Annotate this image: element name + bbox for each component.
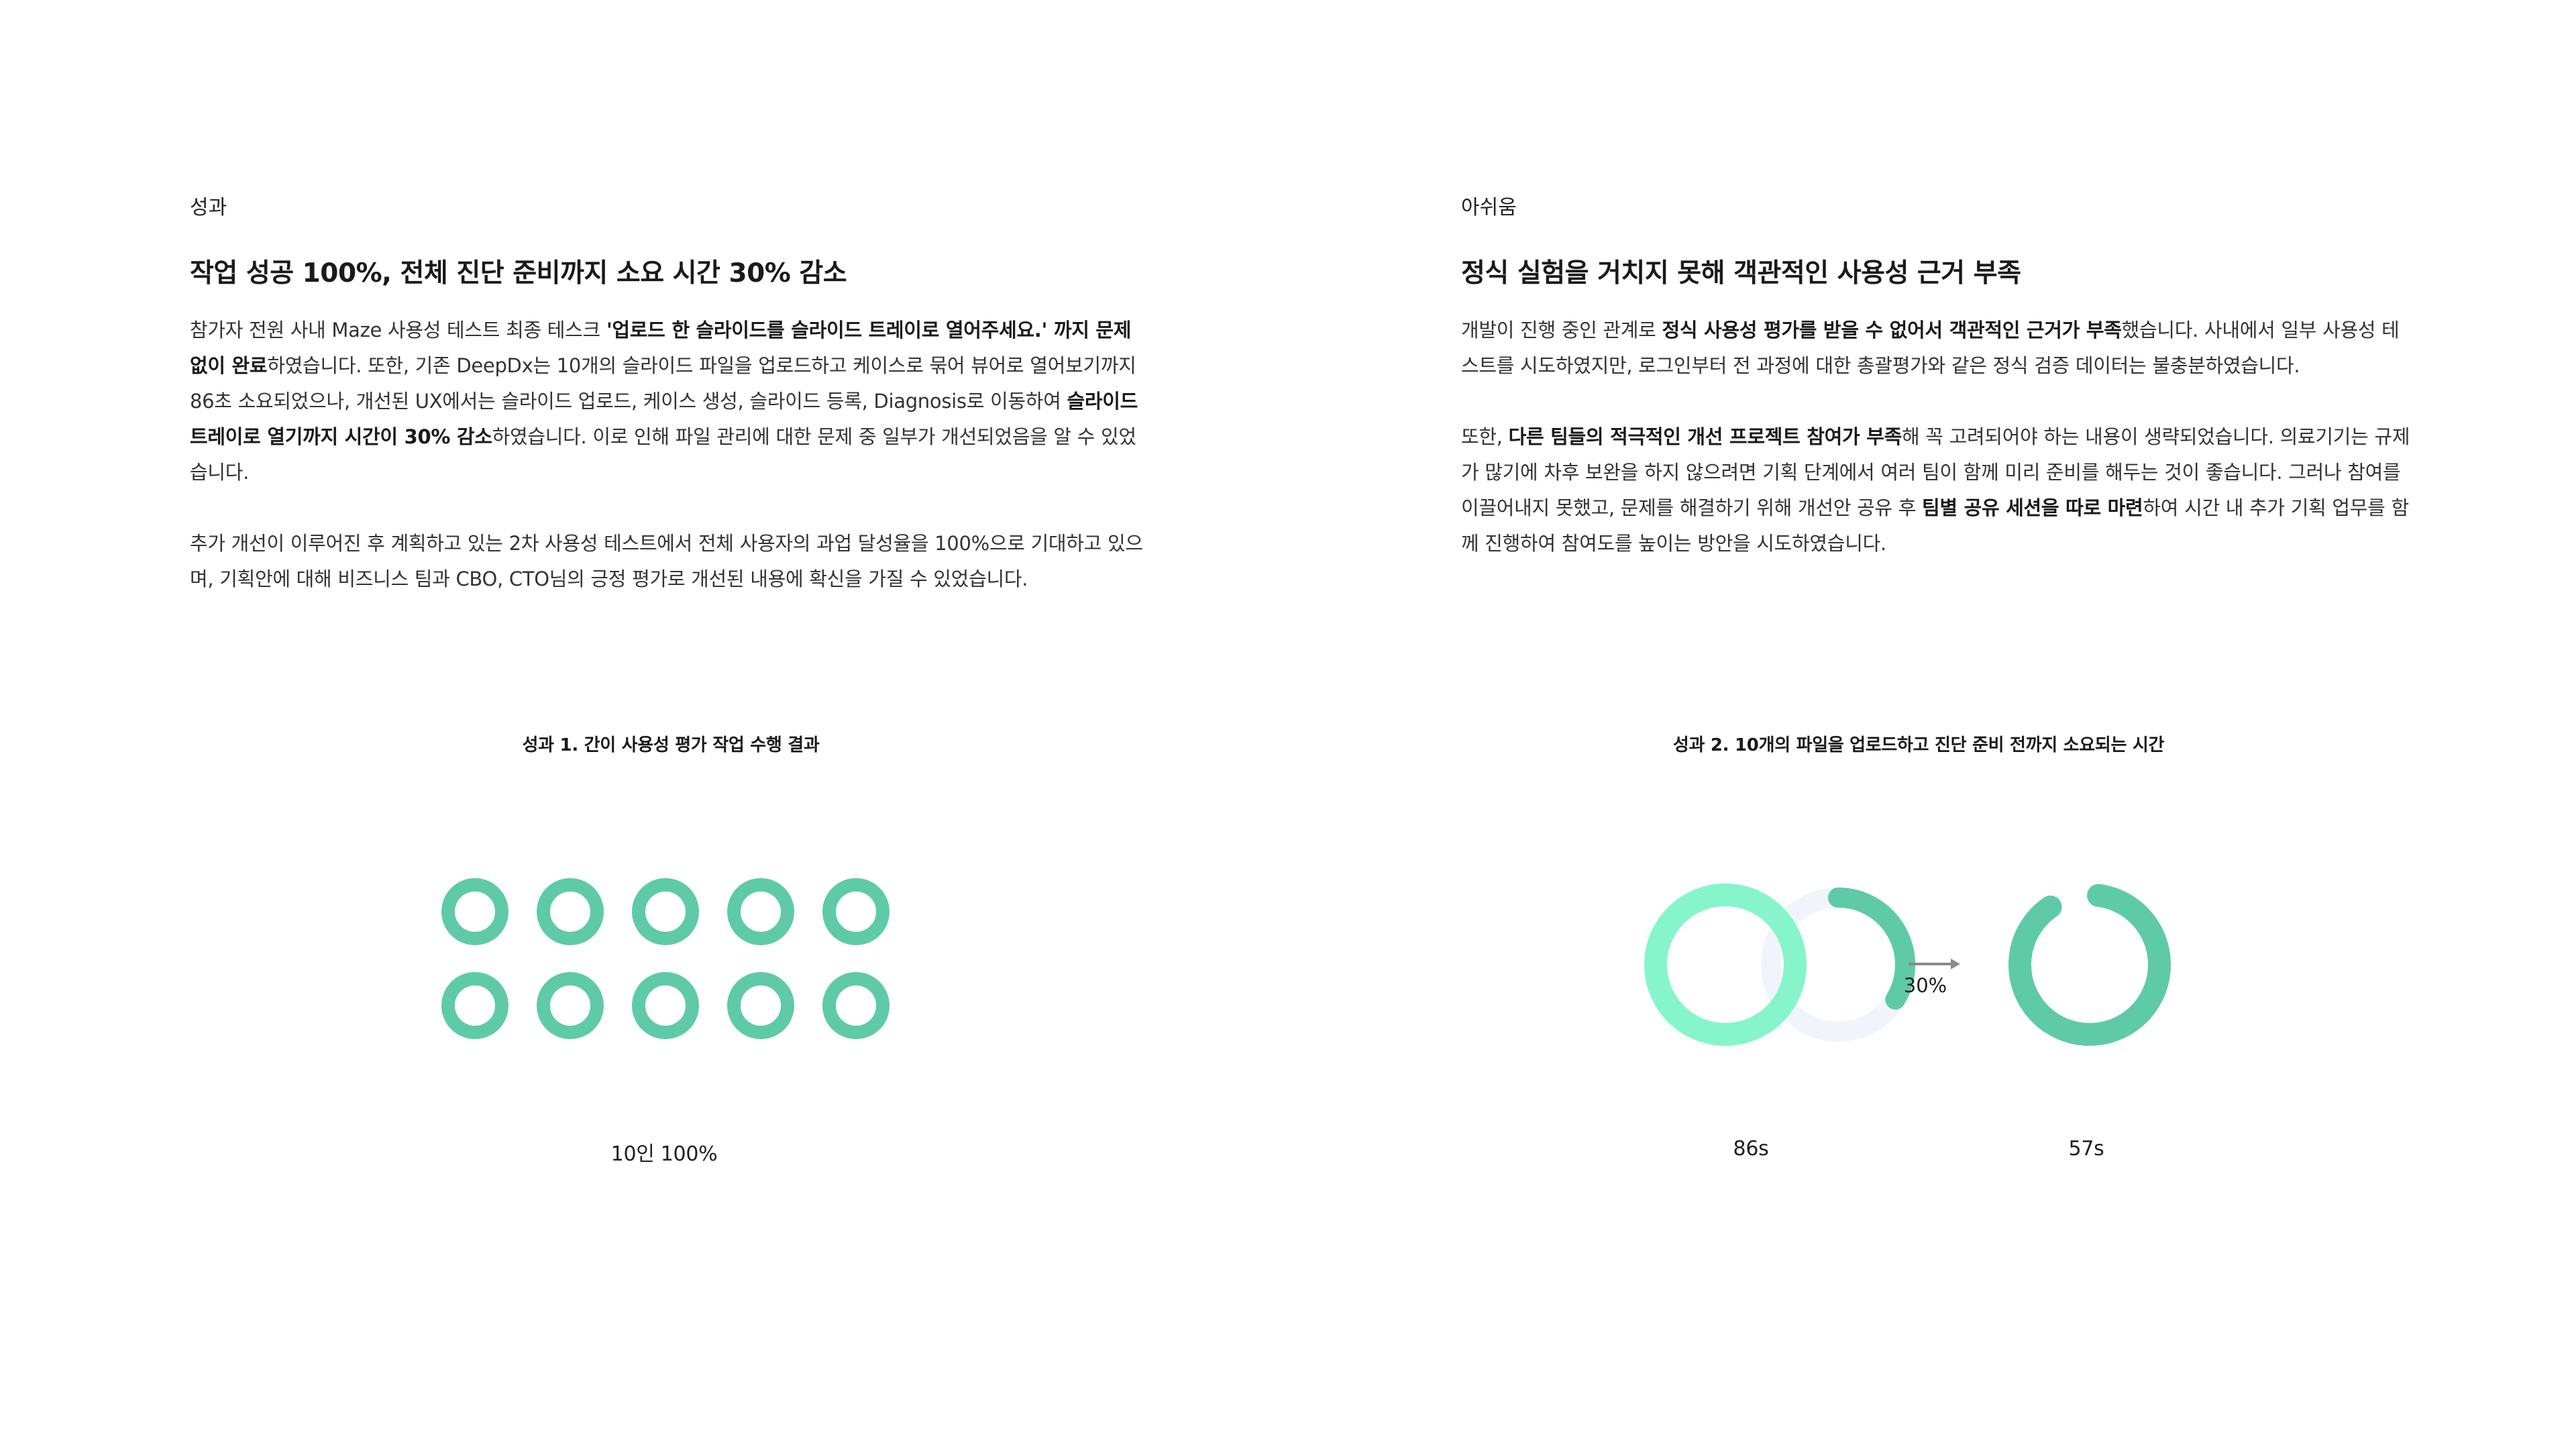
participant-ring	[727, 972, 794, 1039]
body-text: 하였습니다. 또한, 기존 DeepDx는 10개의 슬라이드 파일을 업로드하…	[190, 354, 1136, 413]
body-text: 개발이 진행 중인 관계로	[1461, 319, 1662, 341]
participant-ring	[632, 972, 699, 1039]
participant-ring	[441, 878, 508, 945]
body-text: 추가 개선이 이루어진 후 계획하고 있는 2차 사용성 테스트에서 전체 사용…	[190, 532, 1143, 590]
body-text: 또한,	[1461, 425, 1509, 448]
before-time-label: 86s	[1733, 1137, 1769, 1161]
arrow-head-icon	[1951, 959, 1960, 969]
participant-rings-chart	[441, 878, 890, 1039]
chart-title: 성과 2. 10개의 파일을 업로드하고 진단 준비 전까지 소요되는 시간	[1672, 735, 2165, 755]
participant-ring	[822, 878, 890, 945]
section-heading: 작업 성공 100%, 전체 진단 준비까지 소요 시간 30% 감소	[190, 258, 847, 288]
regret-section: 아쉬움 정식 실험을 거치지 못해 객관적인 사용성 근거 부족 개발이 진행 …	[1461, 195, 2414, 597]
completion-label: 10인 100%	[610, 1142, 718, 1166]
participant-ring	[441, 972, 508, 1039]
reduction-label: 30%	[1903, 974, 1947, 997]
participant-ring	[632, 878, 699, 945]
participant-ring	[822, 972, 890, 1039]
paragraph: 또한, 다른 팀들의 적극적인 개선 프로젝트 참여가 부족해 꼭 고려되어야 …	[1461, 419, 2414, 561]
after-time-label: 57s	[2068, 1137, 2104, 1161]
participant-ring	[537, 972, 604, 1039]
emphasis-text: 정식 사용성 평가를 받을 수 없어서 객관적인 근거가 부족	[1662, 319, 2122, 341]
emphasis-text: 팀별 공유 세션을 따로 마련	[1922, 496, 2143, 519]
paragraph: 개발이 진행 중인 관계로 정식 사용성 평가를 받을 수 없어서 객관적인 근…	[1461, 313, 2414, 384]
participant-ring	[727, 878, 794, 945]
paragraph: 추가 개선이 이루어진 후 계획하고 있는 2차 사용성 테스트에서 전체 사용…	[190, 526, 1149, 597]
paragraph: 참가자 전원 사내 Maze 사용성 테스트 최종 테스크 '업로드 한 슬라이…	[190, 313, 1149, 490]
time-comparison-chart	[1644, 883, 2171, 1046]
achievement-section: 성과 작업 성공 100%, 전체 진단 준비까지 소요 시간 30% 감소 참…	[190, 195, 1149, 633]
after-ring	[2008, 883, 2171, 1046]
section-eyebrow: 성과	[190, 196, 227, 219]
section-heading: 정식 실험을 거치지 못해 객관적인 사용성 근거 부족	[1461, 258, 2021, 288]
section-eyebrow: 아쉬움	[1461, 196, 1517, 219]
participant-ring	[537, 878, 604, 945]
chart-title: 성과 1. 간이 사용성 평가 작업 수행 결과	[522, 735, 820, 755]
body-text: 참가자 전원 사내 Maze 사용성 테스트 최종 테스크	[190, 319, 606, 341]
emphasis-text: 다른 팀들의 적극적인 개선 프로젝트 참여가 부족	[1508, 425, 1902, 448]
